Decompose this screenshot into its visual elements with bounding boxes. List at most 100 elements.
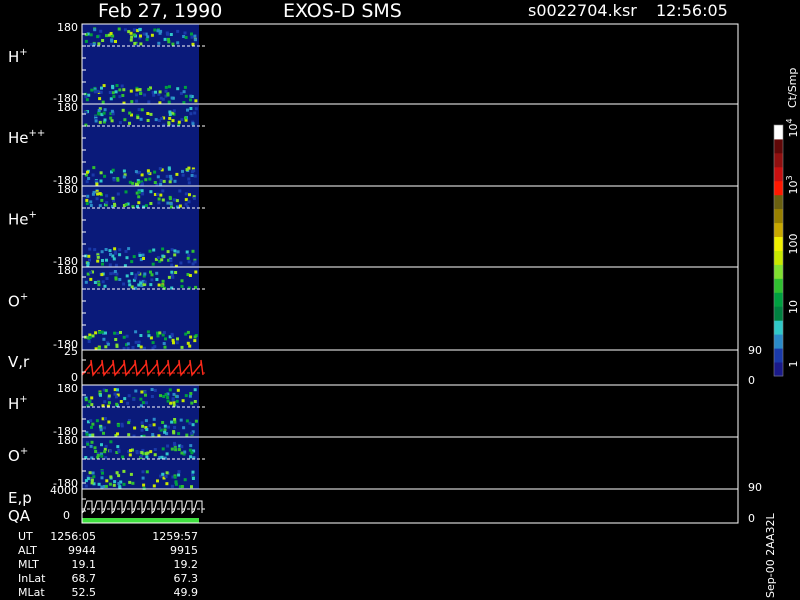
count-pixel (123, 28, 127, 32)
count-pixel (105, 277, 109, 280)
count-pixel (189, 94, 193, 98)
count-pixel (119, 400, 123, 403)
count-pixel (87, 340, 91, 343)
count-pixel (166, 201, 170, 205)
colorbar-tick-text: 100 (787, 234, 800, 255)
count-pixel (172, 431, 176, 435)
charge-label: ++ (29, 128, 46, 139)
count-pixel (139, 42, 143, 46)
count-pixel (146, 451, 150, 455)
info-end-value: 19.2 (173, 558, 199, 571)
count-pixel (153, 448, 157, 451)
count-pixel (103, 426, 107, 430)
count-pixel (128, 283, 132, 287)
count-pixel (117, 424, 120, 428)
panel-label: E,p (8, 489, 32, 507)
count-pixel (149, 202, 153, 205)
count-pixel (173, 426, 177, 429)
count-pixel (87, 177, 91, 180)
count-pixel (188, 344, 192, 348)
count-pixel (140, 189, 144, 193)
count-pixel (88, 433, 92, 437)
count-pixel (157, 197, 161, 201)
colorbar-segment (774, 348, 783, 363)
count-pixel (84, 398, 88, 402)
count-pixel (125, 334, 129, 338)
count-pixel (167, 167, 171, 171)
energy-trace (81, 500, 203, 515)
count-pixel (189, 335, 193, 339)
count-pixel (106, 342, 110, 346)
count-pixel (173, 249, 177, 253)
count-pixel (86, 262, 90, 265)
count-pixel (103, 118, 107, 122)
count-pixel (138, 28, 142, 32)
count-pixel (109, 272, 113, 276)
count-pixel (152, 93, 156, 97)
right-tick-top: 90 (748, 481, 762, 494)
colorbar-unit-label: Ct/Smp (786, 68, 799, 108)
count-pixel (138, 171, 142, 174)
count-pixel (163, 345, 167, 349)
count-pixel (130, 100, 134, 104)
count-pixel (173, 420, 177, 424)
count-pixel (168, 197, 172, 201)
count-pixel (113, 392, 117, 396)
count-pixel (89, 444, 93, 448)
count-pixel (180, 345, 184, 349)
count-pixel (108, 249, 112, 253)
count-pixel (191, 122, 195, 126)
count-pixel (99, 179, 103, 183)
count-pixel (118, 121, 122, 125)
count-pixel (145, 455, 149, 459)
panel-6: 180-180O+ (8, 434, 739, 490)
count-pixel (99, 428, 103, 432)
count-pixel (87, 254, 91, 258)
count-pixel (168, 113, 172, 116)
count-pixel (171, 119, 175, 123)
count-pixel (130, 35, 134, 39)
count-pixel (160, 284, 164, 288)
count-pixel (150, 33, 154, 37)
count-pixel (186, 341, 190, 345)
count-pixel (160, 117, 164, 121)
count-pixel (148, 423, 152, 427)
count-pixel (150, 273, 154, 277)
y-tick-top: 180 (57, 183, 78, 196)
count-pixel (155, 271, 159, 275)
count-pixel (156, 256, 160, 260)
count-pixel (127, 247, 131, 251)
count-pixel (178, 204, 182, 208)
count-pixel (104, 444, 108, 448)
count-pixel (86, 194, 90, 198)
count-pixel (90, 396, 94, 400)
count-pixel (139, 281, 143, 285)
count-pixel (143, 93, 147, 97)
count-pixel (128, 121, 131, 125)
count-pixel (188, 394, 192, 398)
count-pixel (189, 455, 193, 459)
count-pixel (100, 86, 103, 90)
count-pixel (176, 337, 179, 341)
count-pixel (183, 85, 187, 89)
count-pixel (170, 263, 174, 267)
count-pixel (144, 204, 148, 208)
count-pixel (95, 197, 99, 201)
count-pixel (108, 482, 112, 486)
colorbar-segment (774, 180, 783, 196)
colorbar-segment (774, 334, 783, 349)
count-pixel (137, 340, 141, 344)
info-key: UT (18, 530, 33, 543)
count-pixel (134, 276, 138, 280)
count-pixel (134, 330, 138, 334)
count-pixel (188, 274, 192, 277)
count-pixel (180, 451, 184, 455)
count-pixel (177, 448, 181, 451)
count-pixel (91, 471, 95, 475)
colorbar-tick-exponent: 4 (785, 118, 794, 123)
count-pixel (143, 390, 147, 394)
count-pixel (104, 345, 108, 349)
count-pixel (165, 174, 169, 178)
count-pixel (124, 249, 128, 253)
count-pixel (168, 180, 172, 184)
